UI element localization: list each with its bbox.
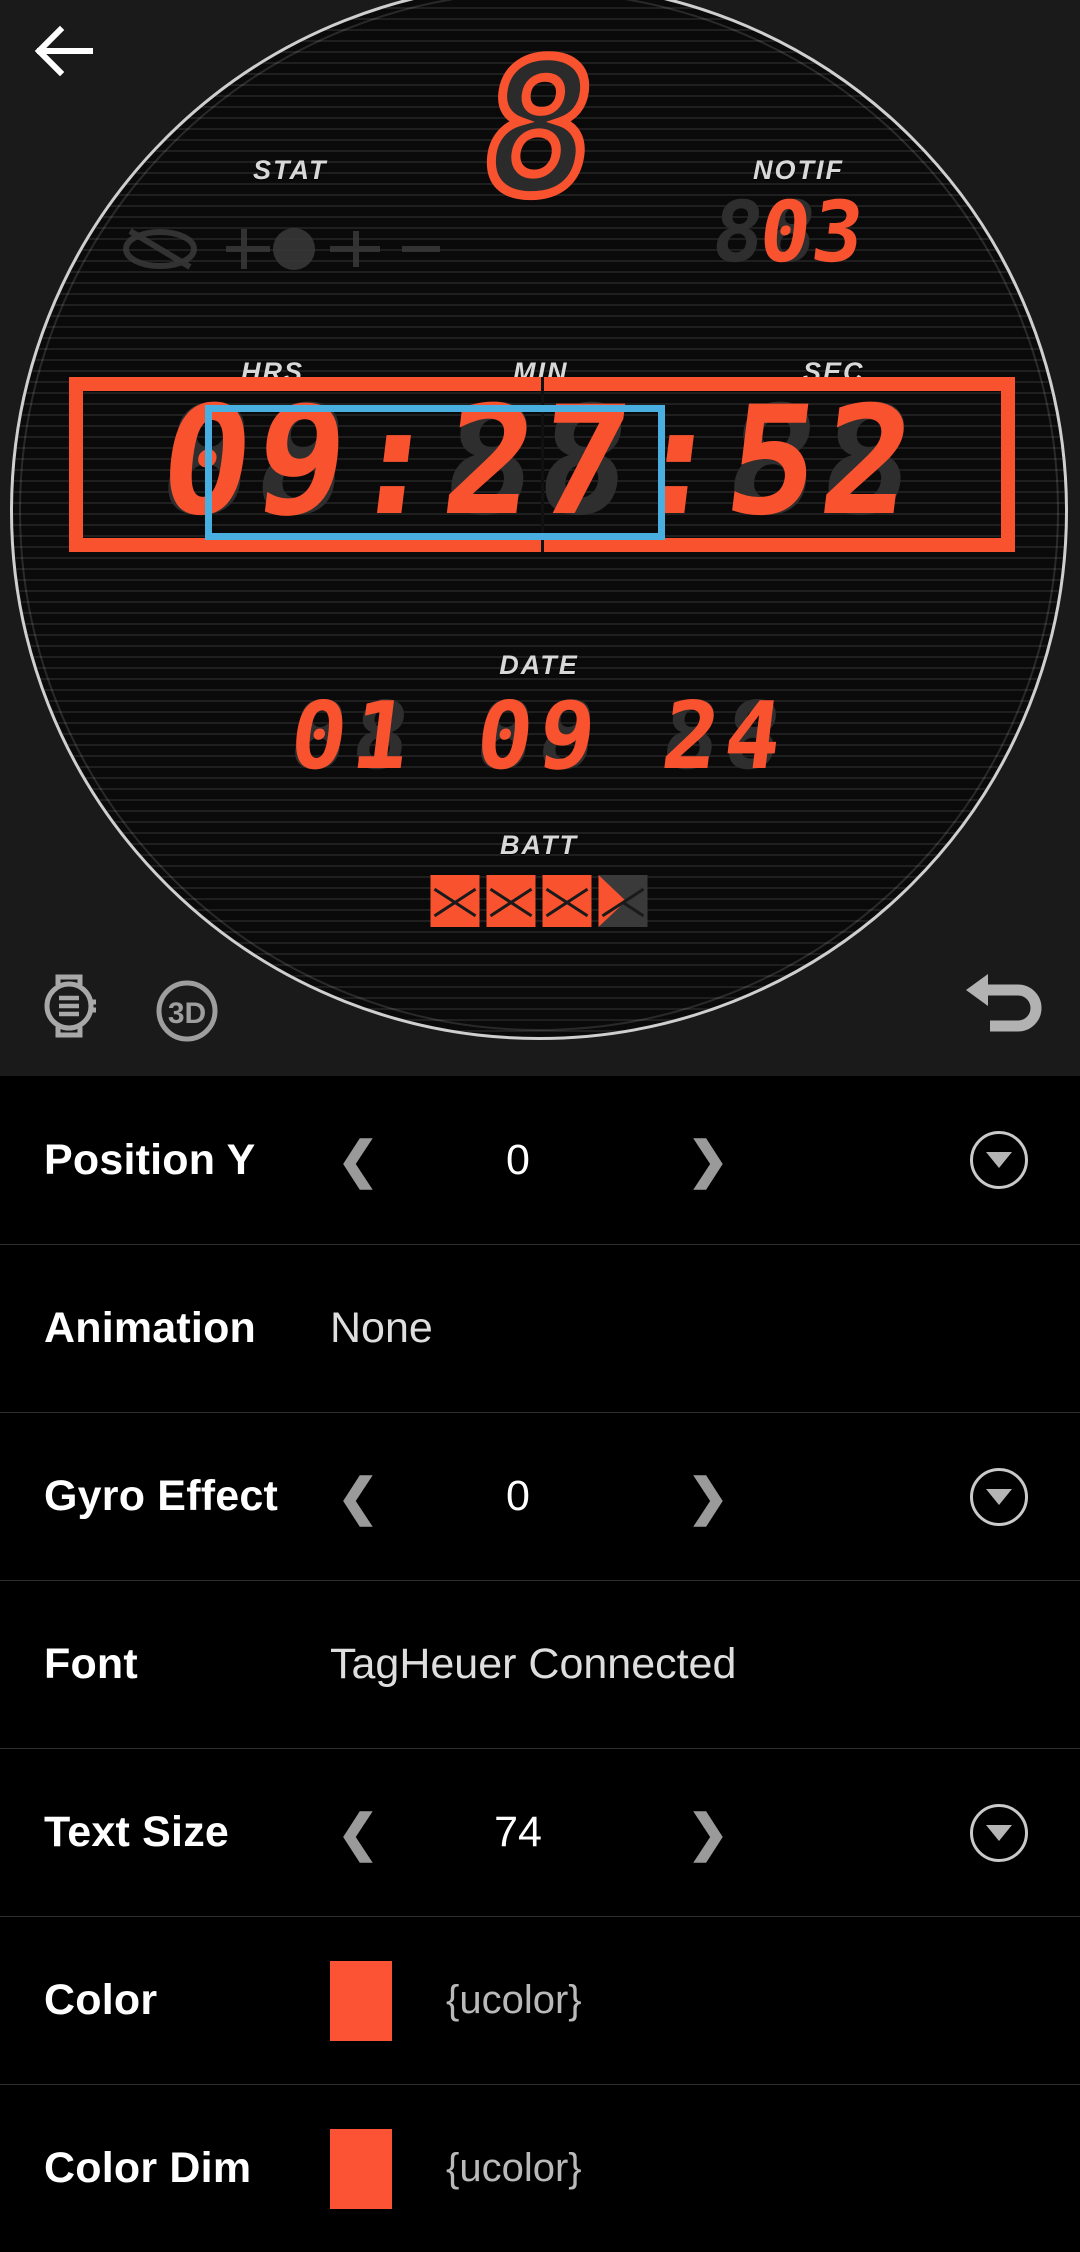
- chevron-down-icon: [986, 1152, 1012, 1168]
- top-digit-active: 8: [466, 17, 613, 242]
- watch-mode-icon[interactable]: [32, 968, 106, 1042]
- setting-label: Color: [44, 1976, 158, 2024]
- setting-value: 74: [494, 1808, 542, 1856]
- setting-row-color-dim[interactable]: Color Dim {ucolor}: [0, 2084, 1080, 2252]
- battery-cell: [542, 875, 592, 927]
- undo-icon[interactable]: [962, 972, 1042, 1038]
- setting-value: 0: [506, 1472, 530, 1520]
- date-label: DATE: [499, 650, 579, 680]
- watch-face-preview[interactable]: 8 8 STAT NOTIF 88 03 HRS MIN SEC 88:88:8…: [0, 0, 1080, 1076]
- battery-cell: [430, 875, 480, 927]
- three-d-icon[interactable]: 3D: [154, 978, 220, 1044]
- setting-label: Animation: [44, 1304, 257, 1352]
- battery-indicator: [430, 875, 648, 927]
- stat-label: STAT: [253, 155, 328, 185]
- batt-label: BATT: [500, 830, 578, 860]
- setting-row-color[interactable]: Color {ucolor}: [0, 1916, 1080, 2084]
- notif-label: NOTIF: [753, 155, 844, 185]
- decrement-button[interactable]: ❮: [328, 1472, 388, 1522]
- setting-row-animation[interactable]: Animation None: [0, 1244, 1080, 1412]
- dropdown-button[interactable]: [970, 1131, 1028, 1189]
- setting-row-position-y[interactable]: Position Y ❮ 0 ❯: [0, 1076, 1080, 1244]
- color-swatch[interactable]: [330, 2128, 392, 2209]
- setting-value: {ucolor}: [446, 2146, 582, 2190]
- properties-panel: Position Y ❮ 0 ❯ Animation None Gyro Eff…: [0, 1076, 1080, 2209]
- svg-text:3D: 3D: [168, 997, 206, 1030]
- decrement-button[interactable]: ❮: [328, 1135, 388, 1185]
- notif-count: 03: [753, 183, 872, 281]
- color-swatch[interactable]: [330, 1960, 392, 2041]
- setting-row-font[interactable]: Font TagHeuer Connected: [0, 1580, 1080, 1748]
- stat-icons-group: [123, 228, 440, 270]
- increment-button[interactable]: ❯: [678, 1808, 738, 1858]
- dropdown-button[interactable]: [970, 1467, 1028, 1526]
- decrement-button[interactable]: ❮: [328, 1808, 388, 1858]
- setting-value[interactable]: TagHeuer Connected: [330, 1640, 736, 1689]
- setting-row-gyro-effect[interactable]: Gyro Effect ❮ 0 ❯: [0, 1412, 1080, 1580]
- back-arrow-icon[interactable]: [32, 18, 98, 84]
- setting-label: Gyro Effect: [44, 1472, 278, 1520]
- setting-label: Position Y: [44, 1135, 256, 1184]
- setting-row-text-size[interactable]: Text Size ❮ 74 ❯: [0, 1748, 1080, 1916]
- battery-cell: [486, 875, 536, 927]
- increment-button[interactable]: ❯: [678, 1135, 738, 1185]
- dropdown-button[interactable]: [970, 1803, 1028, 1862]
- battery-cell-partial: [598, 875, 648, 927]
- setting-label: Color Dim: [44, 2144, 252, 2192]
- setting-label: Text Size: [44, 1808, 230, 1856]
- setting-value[interactable]: None: [330, 1304, 433, 1353]
- chevron-down-icon: [986, 1488, 1012, 1505]
- setting-value: 0: [506, 1135, 530, 1184]
- setting-label: Font: [44, 1640, 138, 1688]
- chevron-down-icon: [986, 1824, 1012, 1841]
- increment-button[interactable]: ❯: [678, 1472, 738, 1522]
- date-value: 01 09 24: [284, 682, 794, 790]
- element-selection-box[interactable]: [205, 405, 665, 540]
- setting-value: {ucolor}: [446, 1978, 582, 2022]
